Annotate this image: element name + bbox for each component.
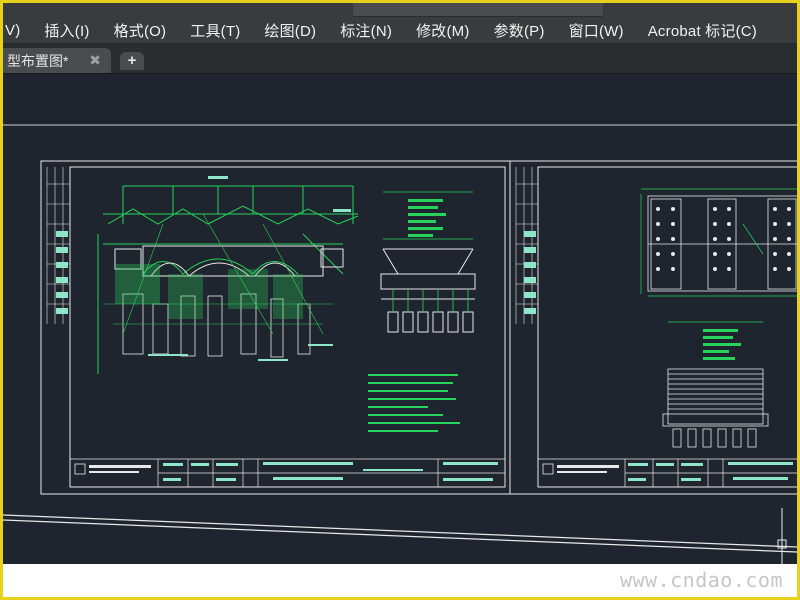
- menu-bar: V) 插入(I) 格式(O) 工具(T) 绘图(D) 标注(N) 修改(M) 参…: [3, 3, 797, 43]
- menu-tools[interactable]: 工具(T): [178, 20, 252, 41]
- crosshair-cursor: [777, 508, 787, 564]
- menu-modify[interactable]: 修改(M): [404, 20, 482, 41]
- title-search-box[interactable]: [353, 3, 603, 17]
- menu-window[interactable]: 窗口(W): [557, 20, 636, 41]
- menu-draw[interactable]: 绘图(D): [252, 20, 328, 41]
- menu-items: V) 插入(I) 格式(O) 工具(T) 绘图(D) 标注(N) 修改(M) 参…: [3, 17, 769, 43]
- menu-format[interactable]: 格式(O): [102, 20, 179, 41]
- plus-icon[interactable]: +: [120, 52, 144, 70]
- drawing-canvas[interactable]: [3, 74, 797, 564]
- cad-drawing: [3, 124, 797, 564]
- menu-acrobat-markup[interactable]: Acrobat 标记(C): [636, 20, 769, 41]
- bottom-band: www.cndao.com: [3, 564, 797, 597]
- menu-insert[interactable]: 插入(I): [32, 20, 101, 41]
- sheet-left: [40, 160, 511, 495]
- sheet-right: [509, 160, 797, 495]
- tab-label: 型布置图*: [7, 52, 69, 69]
- close-icon[interactable]: ✖: [89, 52, 101, 69]
- menu-parametric[interactable]: 参数(P): [482, 20, 557, 41]
- document-tab-bar: 型布置图* ✖ +: [3, 43, 797, 74]
- menu-dimension[interactable]: 标注(N): [328, 20, 404, 41]
- watermark-text: www.cndao.com: [619, 568, 783, 592]
- tab-drawing[interactable]: 型布置图* ✖: [3, 48, 111, 73]
- model-boundary-lines: [3, 514, 797, 553]
- menu-view[interactable]: V): [3, 22, 32, 39]
